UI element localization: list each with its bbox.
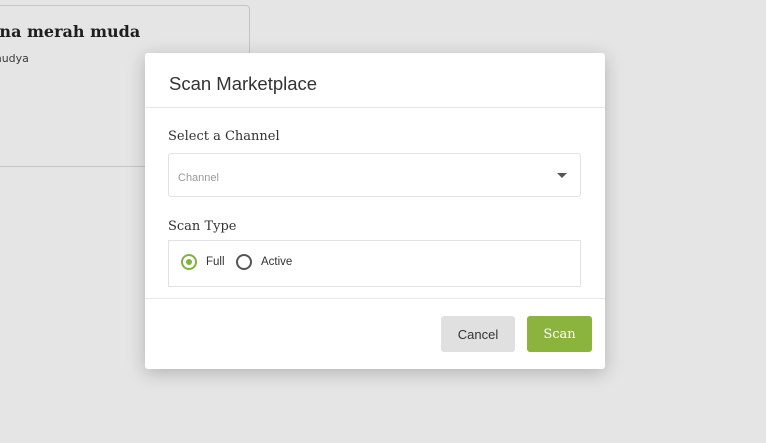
channel-label: Select a Channel [168,129,280,144]
radio-active-unchecked-icon[interactable] [236,254,252,270]
radio-full-checked-icon[interactable] [181,254,197,270]
radio-option-active[interactable]: Active [236,251,292,273]
scan-type-label: Scan Type [168,219,237,234]
radio-active-label: Active [261,256,293,268]
dialog-title: Scan Marketplace [169,73,318,94]
radio-full-label: Full [206,256,225,268]
scan-button[interactable]: Scan [527,316,592,352]
scan-marketplace-dialog: Scan Marketplace Select a Channel Channe… [145,53,605,369]
dialog-header: Scan Marketplace [145,53,605,108]
radio-option-full[interactable]: Full [181,251,225,273]
channel-select[interactable]: Channel [168,153,581,197]
cancel-button[interactable]: Cancel [441,316,515,352]
dialog-footer: Cancel Scan [145,299,605,369]
channel-select-placeholder: Channel [178,172,219,184]
chevron-down-icon [557,173,567,178]
dialog-body: Select a Channel Channel Scan Type Full … [145,108,605,299]
scan-type-radio-group: Full Active [168,240,581,287]
